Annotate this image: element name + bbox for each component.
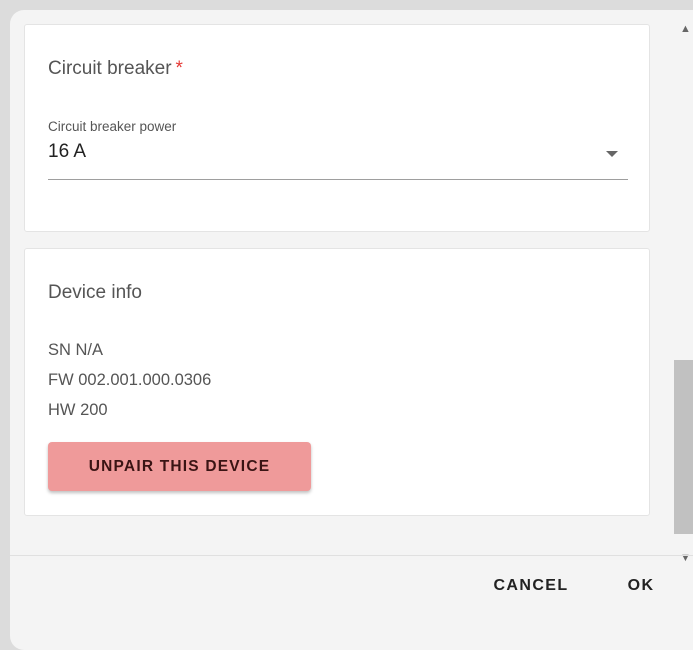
vertical-scrollbar[interactable]: ▲ ▼ — [674, 10, 693, 564]
circuit-breaker-power-value: 16 A — [48, 141, 87, 162]
dialog-content: Circuit breaker * Circuit breaker power 1… — [10, 10, 674, 556]
scrollbar-thumb[interactable] — [674, 360, 693, 534]
unpair-device-button[interactable]: UNPAIR THIS DEVICE — [48, 442, 311, 491]
device-info-card: Device info SN N/A FW 002.001.000.0306 H… — [24, 248, 650, 516]
circuit-breaker-title: Circuit breaker * — [48, 58, 183, 80]
circuit-breaker-power-select[interactable]: Circuit breaker power 16 A — [48, 119, 628, 180]
circuit-breaker-power-label: Circuit breaker power — [48, 119, 177, 134]
chevron-up-icon[interactable]: ▲ — [680, 23, 691, 35]
hardware-version: HW 200 — [48, 401, 108, 419]
circuit-breaker-title-text: Circuit breaker — [48, 58, 172, 79]
circuit-breaker-card: Circuit breaker * Circuit breaker power 1… — [24, 24, 650, 232]
firmware-version: FW 002.001.000.0306 — [48, 371, 212, 389]
device-info-title: Device info — [48, 282, 142, 303]
required-mark: * — [175, 58, 183, 79]
ok-button[interactable]: OK — [624, 568, 658, 604]
chevron-down-icon[interactable]: ▼ — [680, 552, 691, 564]
cancel-button[interactable]: CANCEL — [488, 568, 574, 604]
dropdown-arrow-icon[interactable] — [606, 151, 618, 157]
serial-number: SN N/A — [48, 341, 104, 359]
footer-divider — [10, 555, 693, 556]
device-settings-dialog: Circuit breaker * Circuit breaker power 1… — [10, 10, 693, 650]
